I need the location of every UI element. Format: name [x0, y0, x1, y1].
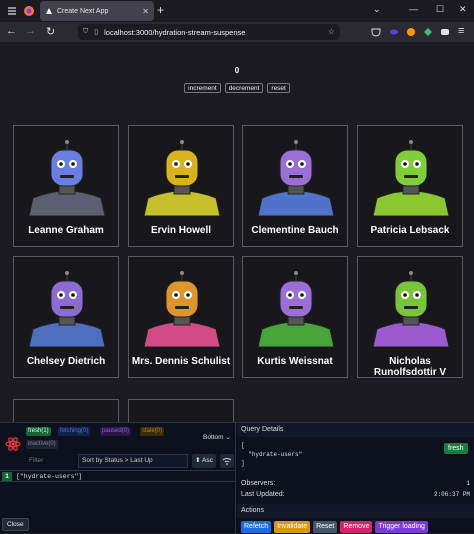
user-card: Leanne Graham [13, 125, 119, 247]
react-query-logo-icon[interactable] [4, 435, 22, 453]
extension-purple-icon[interactable] [389, 27, 399, 37]
filter-stale-badge[interactable]: stale(0) [140, 427, 165, 436]
robot-avatar [257, 140, 335, 216]
robot-avatar [143, 140, 221, 216]
firefox-icon[interactable] [23, 5, 35, 17]
tab-close-icon[interactable]: ✕ [142, 7, 149, 16]
user-name: Mrs. Dennis Schulist [131, 356, 231, 367]
back-icon[interactable]: ← [6, 25, 17, 37]
tab-create-next-app[interactable]: Create Next App ✕ [40, 1, 154, 21]
robot-avatar [143, 271, 221, 347]
query-list-pane: fresh(1) fetching(0) paused(0) stale(0) … [0, 423, 236, 534]
trigger-loading-button[interactable]: Trigger loading [375, 521, 428, 533]
query-details-key: [ "hydrate-users" ] [241, 442, 303, 467]
query-key: ["hydrate-users"] [16, 473, 83, 480]
user-name: Nicholas Runolfsdottir V [373, 356, 447, 378]
decrement-button[interactable]: decrement [224, 83, 264, 93]
position-select[interactable]: Bottom ⌄ [203, 433, 231, 441]
query-row[interactable]: 1 ["hydrate-users"] [0, 470, 236, 482]
reset-button[interactable]: Reset [313, 521, 338, 533]
user-name: Patricia Lebsack [370, 225, 450, 236]
tab-list-icon[interactable]: ⌄ [373, 4, 381, 15]
new-tab-icon[interactable]: + [157, 3, 164, 17]
user-name: Clementine Bauch [251, 225, 339, 236]
robot-avatar [28, 271, 106, 347]
url-bar[interactable]: ⛉ ▯ localhost:3000/hydration-stream-susp… [78, 24, 340, 40]
actions-header: Actions [237, 504, 474, 518]
nav-bar: ← → ↻ ⛉ ▯ localhost:3000/hydration-strea… [0, 22, 474, 42]
wifi-icon[interactable] [220, 454, 234, 468]
user-card: Chelsey Dietrich [13, 256, 119, 378]
user-card: Mrs. Dennis Schulist [128, 256, 234, 378]
maximize-icon[interactable]: ☐ [436, 4, 444, 15]
user-card: Ervin Howell [128, 125, 234, 247]
robot-avatar [28, 140, 106, 216]
position-value: Bottom [203, 434, 224, 441]
extension-colored-icon[interactable] [423, 27, 433, 37]
refetch-button[interactable]: Refetch [241, 521, 272, 533]
user-name: Leanne Graham [28, 225, 104, 236]
status-badge: fresh [444, 443, 468, 454]
query-devtools-panel: fresh(1) fetching(0) paused(0) stale(0) … [0, 422, 474, 534]
counter-controls: increment decrement reset [0, 83, 474, 93]
increment-button[interactable]: increment [184, 83, 221, 93]
user-name: Ervin Howell [150, 225, 211, 236]
user-name: Chelsey Dietrich [26, 356, 106, 367]
extension-orange-icon[interactable] [406, 27, 416, 37]
bookmark-star-icon[interactable]: ☆ [328, 27, 335, 36]
filter-fetching-badge[interactable]: fetching(0) [58, 427, 91, 436]
query-details-header: Query Details [237, 423, 474, 437]
chevron-down-icon: ⌄ [225, 434, 231, 441]
last-updated-value: 2:06:37 PM [433, 491, 470, 498]
forward-icon[interactable]: → [25, 25, 36, 37]
sort-value: Sort by Status > Last Up [82, 457, 153, 464]
nextjs-favicon-icon [46, 8, 52, 14]
last-updated-row: Last Updated: 2:06:37 PM [241, 490, 470, 500]
filter-fresh-badge[interactable]: fresh(1) [26, 427, 51, 436]
user-card-partial [13, 399, 119, 423]
robot-avatar [257, 271, 335, 347]
query-details-pane: Query Details [ "hydrate-users" ] fresh … [237, 423, 474, 534]
user-card: Clementine Bauch [242, 125, 348, 247]
invalidate-button[interactable]: Invalidate [274, 521, 311, 533]
observers-value: 1 [466, 480, 470, 487]
tab-title: Create Next App [57, 7, 109, 15]
pocket-icon[interactable] [371, 27, 381, 37]
remove-button[interactable]: Remove [340, 521, 373, 533]
observers-label: Observers: [241, 480, 276, 487]
actions-row: Refetch Invalidate Reset Remove Trigger load… [241, 521, 428, 533]
tab-strip: Create Next App ✕ + ⌄ — ☐ ✕ [0, 0, 474, 22]
robot-avatar [372, 140, 450, 216]
reload-icon[interactable]: ↻ [46, 25, 55, 38]
menu-icon[interactable]: ≡ [458, 25, 464, 37]
user-card: Kurtis Weissnat [242, 256, 348, 378]
robot-avatar [372, 271, 450, 347]
sort-select[interactable]: Sort by Status > Last Up [78, 454, 188, 468]
observer-count-badge: 1 [2, 472, 12, 481]
extension-bot-icon[interactable] [440, 27, 450, 37]
minimize-icon[interactable]: — [409, 4, 418, 14]
filter-input[interactable]: Filter [26, 454, 74, 468]
user-name: Kurtis Weissnat [257, 356, 333, 367]
shield-icon[interactable]: ⛉ [83, 28, 88, 36]
user-card: Nicholas Runolfsdottir V [357, 256, 463, 378]
filter-paused-badge[interactable]: paused(0) [100, 427, 132, 436]
user-card-partial [128, 399, 234, 423]
filter-inactive-badge[interactable]: inactive(0) [26, 440, 58, 449]
list-icon[interactable] [6, 5, 18, 17]
counter-value: 0 [234, 66, 240, 75]
observers-row: Observers: 1 [241, 479, 470, 489]
last-updated-label: Last Updated: [241, 491, 285, 498]
window-close-icon[interactable]: ✕ [459, 4, 467, 15]
url-text[interactable]: localhost:3000/hydration-stream-suspense [104, 28, 245, 37]
reset-button[interactable]: reset [267, 83, 290, 93]
sort-asc-button[interactable]: ⬆ Asc [192, 454, 216, 468]
page-info-icon[interactable]: ▯ [94, 28, 98, 36]
user-card: Patricia Lebsack [357, 125, 463, 247]
close-devtools-button[interactable]: Close [2, 518, 29, 531]
